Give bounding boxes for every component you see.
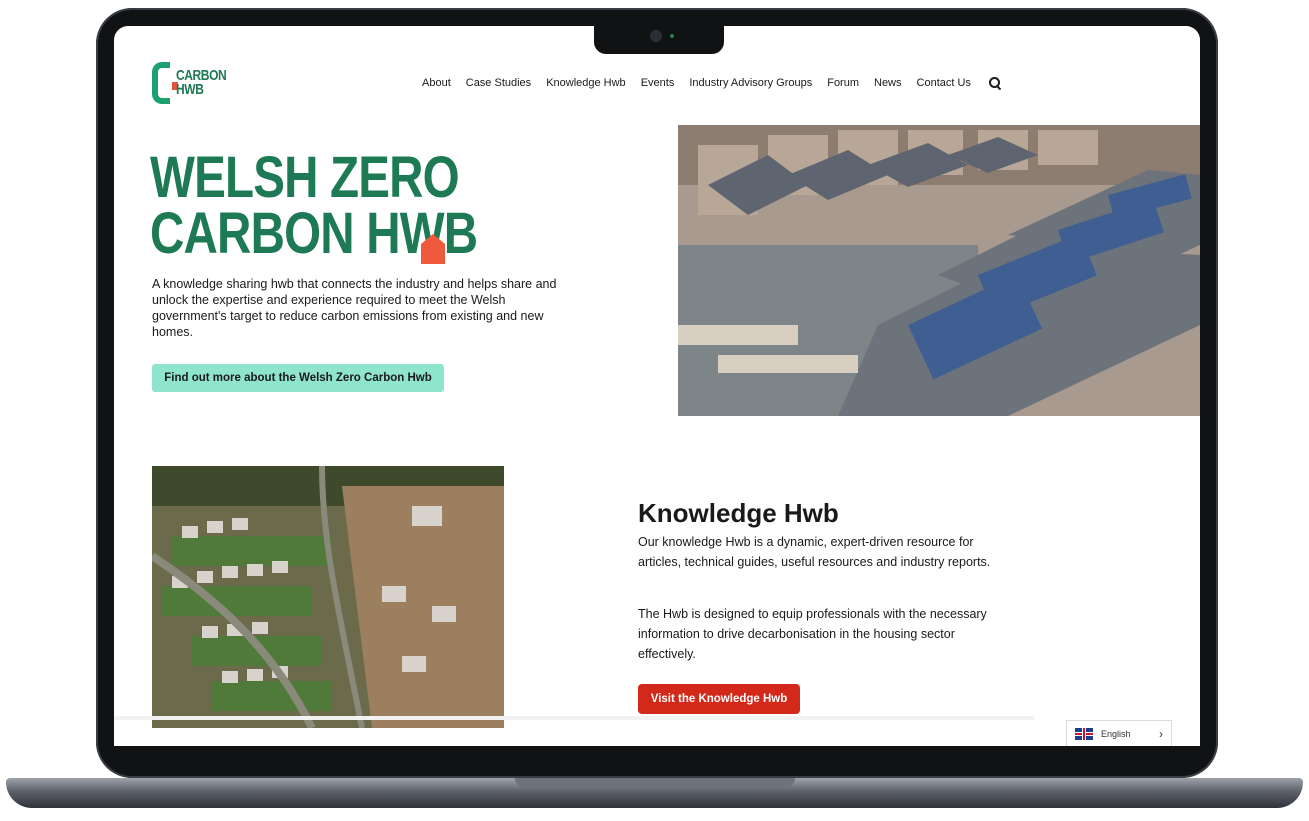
- nav-knowledge-hwb[interactable]: Knowledge Hwb: [546, 77, 626, 89]
- chevron-right-icon: ›: [1159, 727, 1163, 741]
- carbon-hwb-logo[interactable]: CARBON HWB: [152, 62, 239, 104]
- website-screen: CARBON HWB About Case Studies Knowledge …: [114, 26, 1200, 746]
- logo-c-icon: [152, 62, 178, 104]
- house-icon: [421, 234, 445, 264]
- knowledge-hwb-title: Knowledge Hwb: [638, 498, 839, 528]
- page-divider: [114, 716, 1034, 720]
- solar-roof-houses-image: [678, 125, 1200, 416]
- hero-title-line2: CARBON HWB: [150, 201, 478, 266]
- language-label: English: [1101, 729, 1131, 739]
- nav-forum[interactable]: Forum: [827, 77, 859, 89]
- camera-led: [670, 34, 674, 38]
- webcam-icon: [650, 30, 662, 42]
- nav-events[interactable]: Events: [641, 77, 675, 89]
- hero-title: WELSH ZERO CARBON HWB: [150, 145, 478, 266]
- uk-flag-icon: [1075, 728, 1093, 740]
- logo-text-line2: HWB: [176, 81, 204, 98]
- nav-industry-advisory-groups[interactable]: Industry Advisory Groups: [689, 77, 812, 89]
- hero-title-line1: WELSH ZERO: [150, 145, 460, 210]
- main-nav: About Case Studies Knowledge Hwb Events …: [422, 76, 1002, 90]
- hero-description: A knowledge sharing hwb that connects th…: [152, 277, 557, 339]
- search-icon[interactable]: [988, 76, 1002, 90]
- nav-case-studies[interactable]: Case Studies: [466, 77, 531, 89]
- knowledge-hwb-paragraph-1: Our knowledge Hwb is a dynamic, expert-d…: [638, 535, 991, 569]
- find-out-more-button[interactable]: Find out more about the Welsh Zero Carbo…: [152, 364, 444, 392]
- laptop-base-lip: [515, 778, 795, 788]
- aerial-estate-image: [152, 466, 504, 728]
- aerial-estate-photo: [152, 466, 504, 728]
- visit-knowledge-hwb-button[interactable]: Visit the Knowledge Hwb: [638, 684, 800, 714]
- language-selector[interactable]: English ›: [1066, 720, 1172, 746]
- nav-news[interactable]: News: [874, 77, 902, 89]
- nav-about[interactable]: About: [422, 77, 451, 89]
- knowledge-hwb-paragraph-2: The Hwb is designed to equip professiona…: [638, 607, 987, 661]
- solar-roof-houses-photo: [678, 125, 1200, 416]
- nav-contact-us[interactable]: Contact Us: [917, 77, 971, 89]
